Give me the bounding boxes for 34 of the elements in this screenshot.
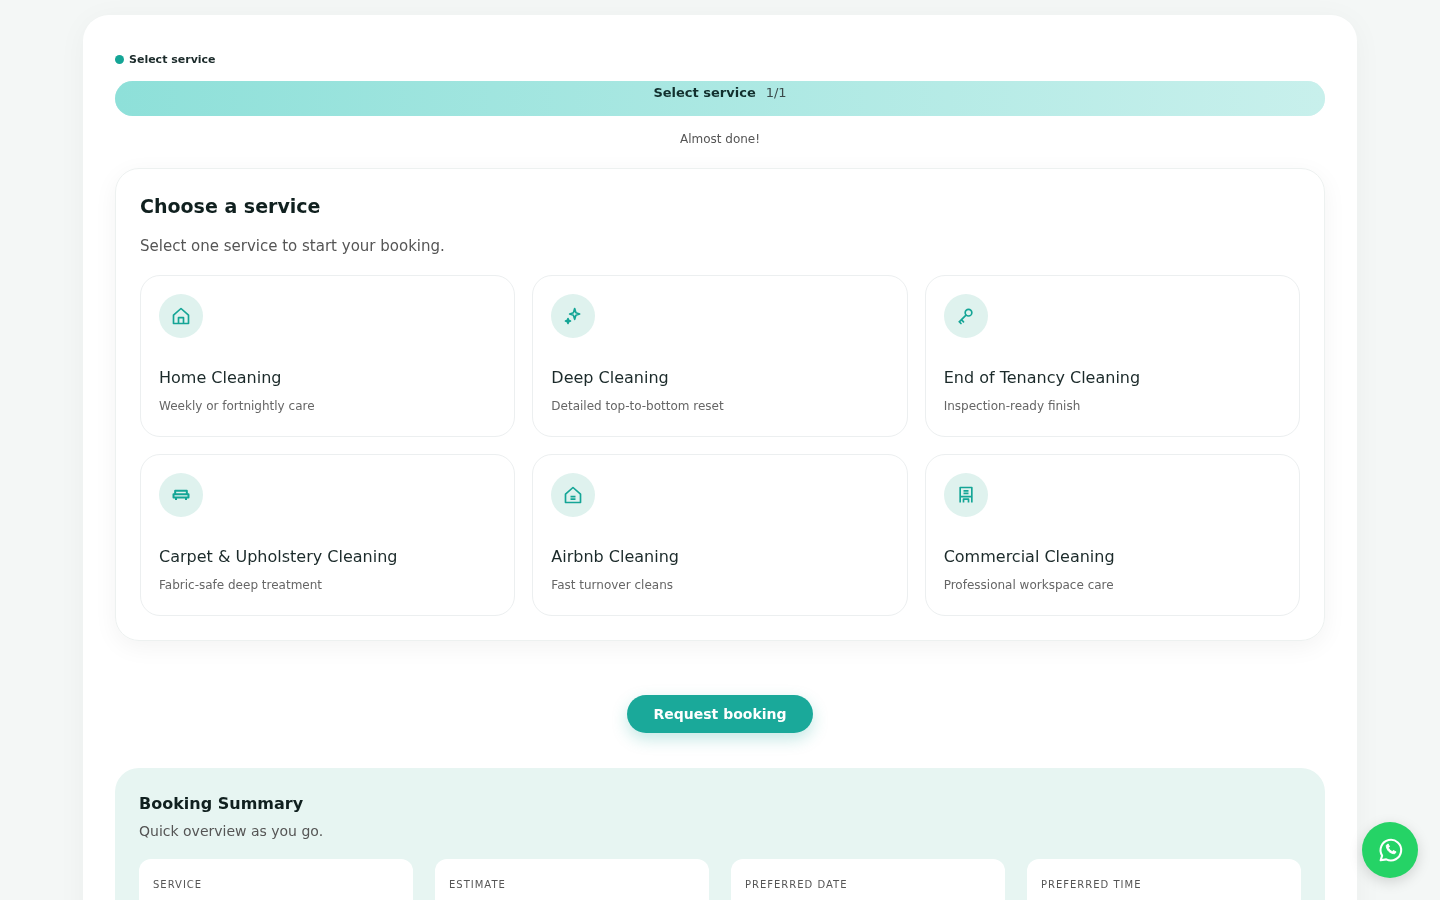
service-card[interactable]: Deep Cleaning Detailed top-to-bottom reset (532, 275, 908, 437)
house-icon (563, 485, 584, 505)
chat-button[interactable] (1362, 822, 1418, 878)
field-label: ESTIMATE (449, 879, 506, 890)
service-description: Detailed top-to-bottom reset (551, 399, 725, 413)
key-icon (955, 306, 976, 326)
service-card[interactable]: Carpet & Upholstery Cleaning Fabric-safe deep treatment (140, 454, 516, 616)
progress-caption: Almost done! (678, 132, 762, 146)
panel-title: Choose a service (140, 195, 322, 217)
service-name: Home Cleaning (159, 368, 283, 387)
field-label: PREFERRED TIME (1041, 879, 1142, 890)
house-icon (171, 306, 191, 326)
summary-title: Booking Summary (139, 794, 305, 813)
service-card[interactable]: Home Cleaning Weekly or fortnightly care (140, 275, 516, 437)
service-name: Carpet & Upholstery Cleaning (159, 547, 399, 566)
progress-label: Select service (653, 85, 756, 100)
service-name: End of Tenancy Cleaning (943, 368, 1142, 387)
service-description: Fabric-safe deep treatment (159, 578, 323, 592)
progress-count: 1/1 (765, 85, 787, 100)
service-description: Weekly or fortnightly care (159, 399, 316, 413)
service-name: Deep Cleaning (551, 368, 670, 387)
service-card[interactable]: Commercial Cleaning Professional workspace care (924, 454, 1300, 616)
step-label: Select service (129, 53, 216, 66)
summary-subtitle: Quick overview as you go. (139, 823, 325, 839)
service-name: Commercial Cleaning (943, 547, 1116, 566)
field-label: SERVICE (153, 879, 203, 890)
panel-subtitle: Select one service to start your booking. (140, 237, 446, 255)
service-description: Professional workspace care (943, 578, 1115, 592)
service-card[interactable]: End of Tenancy Cleaning Inspection-ready finish (924, 275, 1300, 437)
service-name: Airbnb Cleaning (551, 547, 680, 566)
service-description: Fast turnover cleans (551, 578, 674, 592)
service-card[interactable]: Airbnb Cleaning Fast turnover cleans (532, 454, 908, 616)
service-description: Inspection-ready finish (943, 399, 1082, 413)
field-label: PREFERRED DATE (745, 879, 848, 890)
